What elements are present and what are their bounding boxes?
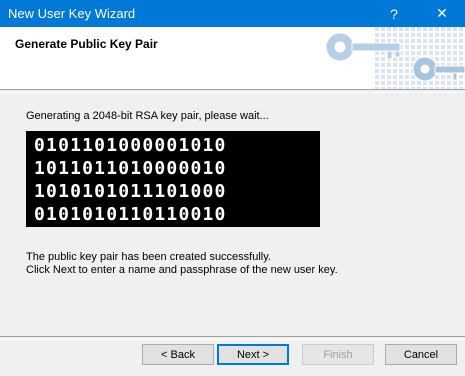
keys-graphic	[325, 27, 465, 89]
page-title: Generate Public Key Pair	[15, 37, 158, 51]
status-text: Generating a 2048-bit RSA key pair, plea…	[26, 110, 269, 122]
result-message: The public key pair has been created suc…	[26, 251, 338, 277]
close-button[interactable]: ✕	[420, 0, 464, 27]
finish-button[interactable]: Finish	[302, 344, 374, 365]
window-title: New User Key Wizard	[8, 6, 136, 21]
cancel-button[interactable]: Cancel	[385, 344, 457, 365]
help-button[interactable]: ?	[372, 0, 416, 27]
binary-display: 0101101000001010 1011011010000010 101010…	[26, 131, 320, 227]
binary-line: 0101101000001010	[34, 135, 227, 156]
back-button[interactable]: < Back	[142, 344, 214, 365]
next-button[interactable]: Next >	[217, 344, 289, 365]
binary-line: 0101010110110010	[34, 204, 227, 225]
header-divider	[0, 89, 465, 93]
wizard-window: New User Key Wizard ? ✕ Generate Public …	[0, 0, 465, 376]
result-line: Click Next to enter a name and passphras…	[26, 264, 338, 276]
title-bar[interactable]: New User Key Wizard ? ✕	[0, 0, 465, 27]
result-line: The public key pair has been created suc…	[26, 251, 271, 263]
footer-divider	[0, 336, 465, 340]
binary-line: 1011011010000010	[34, 158, 227, 179]
binary-line: 1010101011101000	[34, 181, 227, 202]
header-panel: Generate Public Key Pair	[0, 27, 465, 89]
